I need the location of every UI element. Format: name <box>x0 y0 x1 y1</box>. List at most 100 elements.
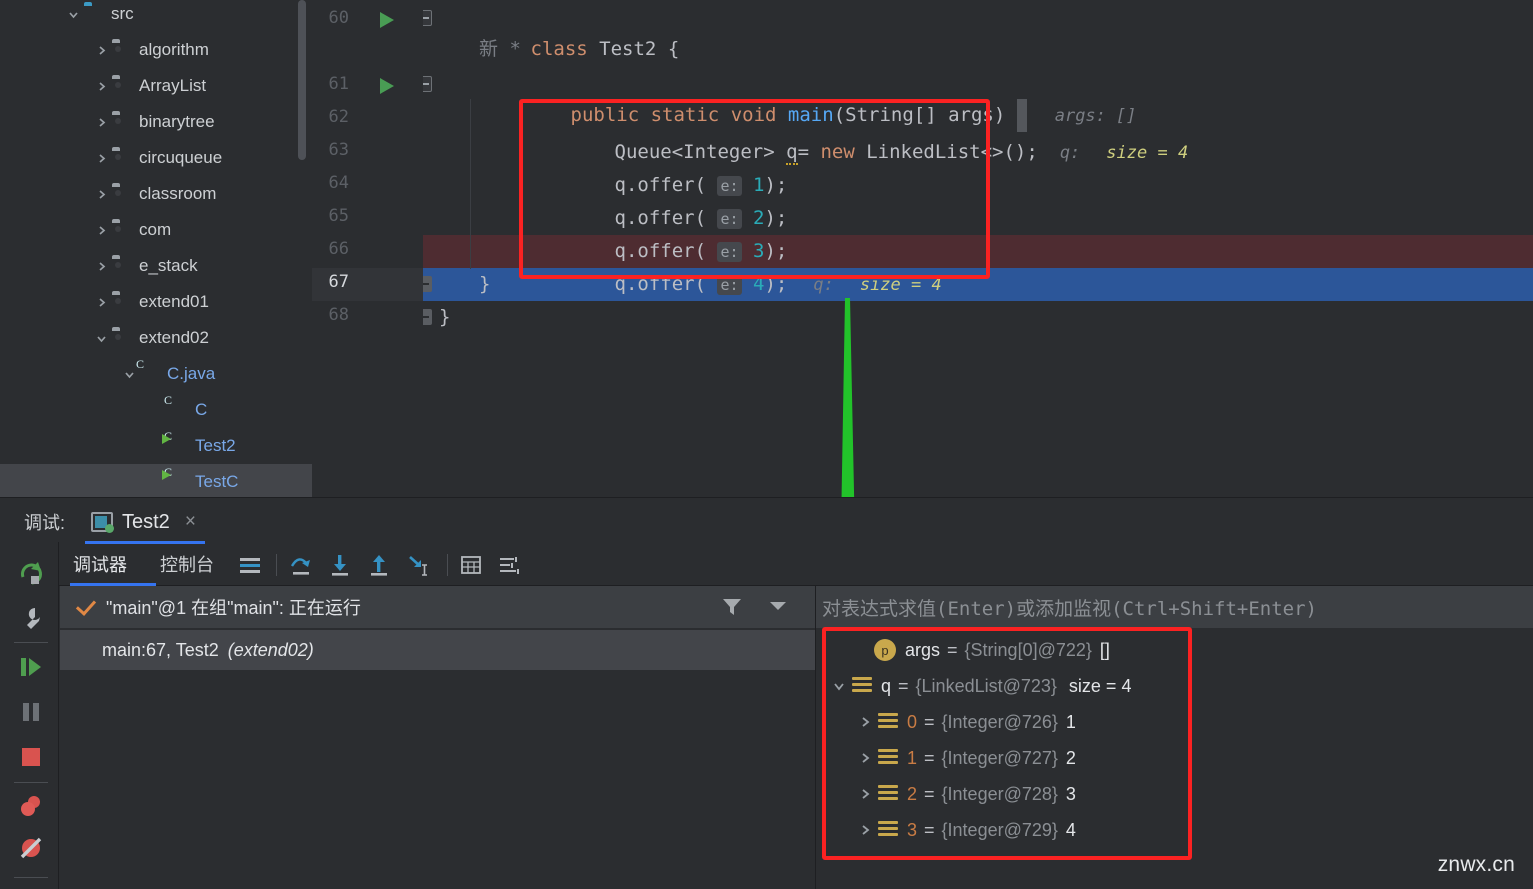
variable-row-3[interactable]: 3 = {Integer@729} 4 <box>852 812 1076 848</box>
code-line-60: class Test2 { <box>439 0 680 60</box>
tree-item-com[interactable]: com <box>0 212 312 248</box>
chevron-right-icon[interactable] <box>90 284 112 320</box>
run-to-cursor-icon[interactable] <box>406 553 430 577</box>
tab-debugger[interactable]: 调试器 <box>73 542 127 586</box>
settings-wrench-icon[interactable] <box>18 605 44 631</box>
toolbar-divider <box>14 782 48 783</box>
variable-reference: {Integer@727} <box>941 747 1058 768</box>
project-tree-scrollbar[interactable] <box>298 0 306 160</box>
code-line-66: q.offer( e: 4); q: size = 4 <box>523 235 942 295</box>
variable-row-1[interactable]: 1 = {Integer@727} 2 <box>852 740 1076 776</box>
chevron-right-icon[interactable] <box>852 787 878 801</box>
tree-item-circuqueue[interactable]: circuqueue <box>0 140 312 176</box>
tree-item-algorithm[interactable]: algorithm <box>0 32 312 68</box>
chevron-down-icon[interactable] <box>90 320 112 356</box>
indent-guide <box>470 99 471 269</box>
rerun-icon[interactable] <box>18 560 44 586</box>
tree-item-test2[interactable]: C Test2 <box>0 428 312 464</box>
chevron-down-icon[interactable] <box>826 679 852 693</box>
fold-collapse-icon[interactable] <box>423 10 432 26</box>
code-line-63: q.offer( e: 1); <box>523 136 787 196</box>
step-into-icon[interactable] <box>328 553 352 577</box>
tree-item-testc[interactable]: C TestC <box>0 464 312 497</box>
mute-breakpoints-icon[interactable] <box>18 835 44 861</box>
sp <box>742 273 753 295</box>
tab-console[interactable]: 控制台 <box>160 542 214 586</box>
thread-row[interactable]: "main"@1 在组"main": 正在运行 <box>60 586 815 628</box>
constructor-call: LinkedList<>(); <box>854 141 1038 163</box>
collection-icon <box>878 784 898 804</box>
toolbar-divider <box>14 642 48 643</box>
show-execution-point-icon[interactable] <box>238 553 262 577</box>
chevron-right-icon[interactable] <box>90 68 112 104</box>
class-name: Test2 <box>599 38 657 60</box>
folder-icon <box>112 292 132 312</box>
project-tree[interactable]: src algorithm ArrayList binarytree circu… <box>0 0 312 497</box>
java-class-icon: C <box>164 392 173 407</box>
chevron-right-icon[interactable] <box>852 823 878 837</box>
tree-item-c-java[interactable]: C C.java <box>0 356 312 392</box>
folder-icon <box>112 148 132 168</box>
pause-program-icon[interactable] <box>18 699 44 725</box>
variable-value: [] <box>1099 639 1110 660</box>
line-number: 66 <box>328 239 349 259</box>
evaluate-expression-bar[interactable]: 对表达式求值(Enter)或添加监视(Ctrl+Shift+Enter) <box>816 586 1533 628</box>
chevron-right-icon[interactable] <box>90 140 112 176</box>
fold-collapse-icon[interactable] <box>423 309 432 325</box>
stack-frames-list[interactable] <box>60 670 815 889</box>
ide-window: src algorithm ArrayList binarytree circu… <box>0 0 1533 889</box>
tree-item-extend02[interactable]: extend02 <box>0 320 312 356</box>
close-icon[interactable]: × <box>185 511 196 533</box>
chevron-right-icon[interactable] <box>90 176 112 212</box>
chevron-right-icon[interactable] <box>90 212 112 248</box>
debugger-toolbar: 调试器 控制台 <box>0 542 1533 586</box>
filter-icon[interactable] <box>721 596 743 618</box>
variables-panel[interactable]: p args = {String[0]@722} [] q = {LinkedL… <box>816 628 1533 889</box>
folder-icon <box>112 184 132 204</box>
variable-row-q[interactable]: q = {LinkedList@723} size = 4 <box>826 668 1131 704</box>
tree-item-binarytree[interactable]: binarytree <box>0 104 312 140</box>
run-method-icon[interactable] <box>380 12 394 28</box>
chevron-right-icon[interactable] <box>90 248 112 284</box>
editor-gutter[interactable]: 60 61 62 63 64 65 66 67 68 <box>312 0 712 497</box>
view-breakpoints-icon[interactable] <box>18 793 44 819</box>
tree-item-src[interactable]: src <box>0 0 312 32</box>
code-line-68: } <box>439 306 451 328</box>
settings-icon[interactable] <box>497 553 521 577</box>
debug-tab-bar: 调试: Test2 × <box>0 498 1533 544</box>
debug-session-tab[interactable]: Test2 × <box>83 502 204 542</box>
chevron-right-icon[interactable] <box>852 715 878 729</box>
tree-item-e-stack[interactable]: e_stack <box>0 248 312 284</box>
variable-name: 0 <box>907 711 918 732</box>
variable-row-0[interactable]: 0 = {Integer@726} 1 <box>852 704 1076 740</box>
step-out-icon[interactable] <box>367 553 391 577</box>
code-line-64: q.offer( e: 2); <box>523 169 787 229</box>
tree-item-c[interactable]: C C <box>0 392 312 428</box>
inlay-hint-label: q: <box>813 275 834 295</box>
step-over-icon[interactable] <box>289 553 313 577</box>
tree-item-arraylist[interactable]: ArrayList <box>0 68 312 104</box>
fold-collapse-icon[interactable] <box>423 276 432 292</box>
resume-program-icon[interactable] <box>18 654 44 680</box>
chevron-down-icon[interactable] <box>62 0 84 32</box>
tree-item-extend01[interactable]: extend01 <box>0 284 312 320</box>
stop-program-icon[interactable] <box>18 744 44 770</box>
code-comment-line: 新 * <box>479 38 521 60</box>
line-number: 65 <box>328 206 349 226</box>
chevron-down-icon[interactable] <box>769 600 787 612</box>
evaluate-expression-icon[interactable] <box>459 553 483 577</box>
variable-row-args[interactable]: p args = {String[0]@722} [] <box>848 632 1110 668</box>
chevron-right-icon[interactable] <box>90 104 112 140</box>
chevron-right-icon[interactable] <box>90 32 112 68</box>
code-line-62: Queue<Integer> q= new LinkedList<>(); q: s… <box>523 103 1188 165</box>
tree-item-label: circuqueue <box>139 148 223 167</box>
stack-frame-row[interactable]: main:67, Test2 (extend02) <box>60 630 815 670</box>
chevron-right-icon[interactable] <box>852 751 878 765</box>
code-editor[interactable]: class Test2 { 新 * public static void mai… <box>423 0 1533 497</box>
variable-row-2[interactable]: 2 = {Integer@728} 3 <box>852 776 1076 812</box>
tree-item-classroom[interactable]: classroom <box>0 176 312 212</box>
collection-icon <box>878 712 898 732</box>
fold-collapse-icon[interactable] <box>423 76 432 92</box>
run-method-icon[interactable] <box>380 78 394 94</box>
equals-sign: = <box>924 819 935 840</box>
